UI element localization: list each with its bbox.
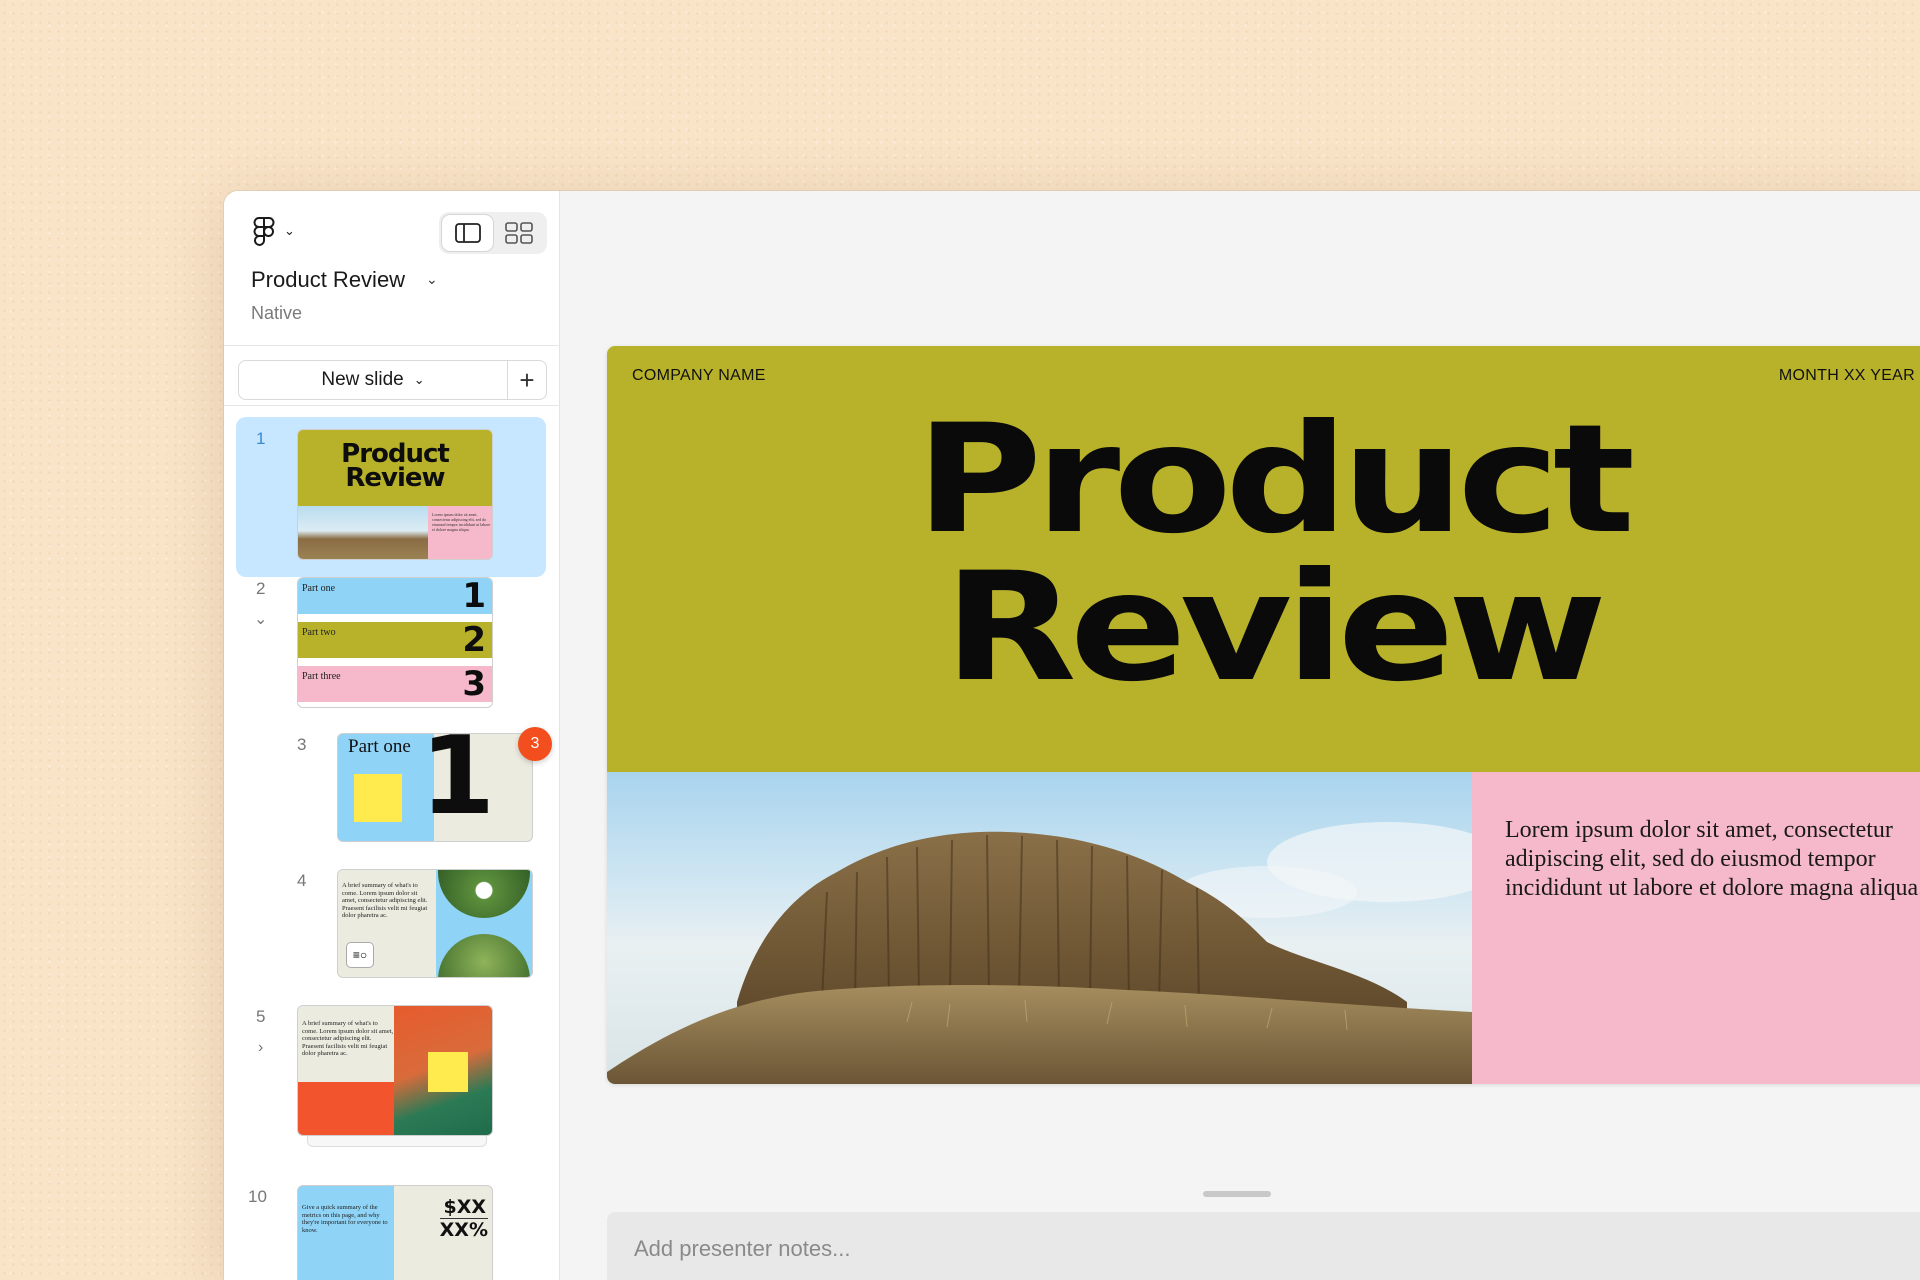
sidebar: ⌄ Product Review ⌄ Native New slide ⌄ + … xyxy=(224,191,560,1280)
slide-list: 1 Product Review Lorem ipsum dolor sit a… xyxy=(224,407,560,1280)
thumb-summary: A brief summary of what's to come. Lorem… xyxy=(302,1020,394,1057)
part-number: 3 xyxy=(462,664,486,704)
body-text-block[interactable]: Lorem ipsum dolor sit amet, consectetur … xyxy=(1472,772,1920,1084)
slide-thumbnail-5[interactable]: A brief summary of what's to come. Lorem… xyxy=(297,1005,493,1136)
thumb-summary: Give a quick summary of the metrics on t… xyxy=(302,1204,388,1234)
metric-value-1: $XX xyxy=(443,1196,486,1218)
slide-number: 5 xyxy=(256,1007,266,1026)
part-band: Part three 3 xyxy=(298,666,492,702)
thumb-photo xyxy=(298,506,428,559)
flower-circle-top xyxy=(438,870,530,918)
slide-item-2[interactable]: 2 ⌄ Part one 1 Part two 2 Part three 3 xyxy=(236,577,546,708)
title-line-1: Product xyxy=(915,393,1636,567)
thumb-summary: A brief summary of what's to come. Lorem… xyxy=(342,882,428,919)
slide-number: 3 xyxy=(297,735,307,754)
date-text[interactable]: MONTH XX YEAR xyxy=(1779,367,1915,385)
sticky-note[interactable] xyxy=(354,774,402,822)
new-slide-button[interactable]: New slide ⌄ xyxy=(238,360,508,400)
slide-number: 1 xyxy=(256,429,266,448)
title-block[interactable]: COMPANY NAME MONTH XX YEAR Product Revie… xyxy=(607,346,1920,772)
thumb-part-label: Part one xyxy=(348,736,411,757)
menu-chevron-down-icon[interactable]: ⌄ xyxy=(284,223,295,239)
thumb-orange-block xyxy=(298,1082,394,1135)
part-band: Part one 1 xyxy=(298,578,492,614)
part-label: Part three xyxy=(302,671,341,682)
slide-thumbnail-1[interactable]: Product Review Lorem ipsum dolor sit ame… xyxy=(297,429,493,560)
slide-thumbnail-3[interactable]: Part one 1 xyxy=(337,733,533,842)
thumb-lorem: Lorem ipsum dolor sit amet, consectetur … xyxy=(432,512,491,532)
notes-resize-handle[interactable] xyxy=(1203,1191,1271,1197)
document-title[interactable]: Product Review xyxy=(251,267,405,293)
collapse-chevron-down-icon[interactable]: ⌄ xyxy=(254,609,267,629)
single-view-icon xyxy=(454,223,481,243)
title-chevron-down-icon[interactable]: ⌄ xyxy=(426,271,438,288)
body-text[interactable]: Lorem ipsum dolor sit amet, consectetur … xyxy=(1505,816,1920,903)
part-band: Part two 2 xyxy=(298,622,492,658)
company-name[interactable]: COMPANY NAME xyxy=(632,367,766,385)
comment-count-badge[interactable]: 3 xyxy=(518,727,552,761)
title-line-2: Review xyxy=(943,541,1607,715)
sidebar-header: ⌄ Product Review ⌄ Native xyxy=(224,191,560,346)
slide-number: 4 xyxy=(297,871,307,890)
part-number: 1 xyxy=(462,577,486,616)
slide-item-4[interactable]: 4 A brief summary of what's to come. Lor… xyxy=(236,869,546,981)
view-mode-toggle xyxy=(439,212,547,254)
toc-icon[interactable]: ≡○ xyxy=(346,942,374,968)
document-subtitle: Native xyxy=(251,303,303,323)
slide-thumbnail-2[interactable]: Part one 1 Part two 2 Part three 3 xyxy=(297,577,493,708)
slide-thumbnail-4[interactable]: A brief summary of what's to come. Lorem… xyxy=(337,869,533,978)
expand-chevron-right-icon[interactable]: › xyxy=(258,1039,263,1057)
slide-number: 2 xyxy=(256,579,266,598)
new-slide-chevron-icon: ⌄ xyxy=(413,372,425,387)
single-view-button[interactable] xyxy=(442,215,493,251)
slide-item-3[interactable]: 3 Part one 1 3 xyxy=(236,727,552,845)
slide-canvas[interactable]: COMPANY NAME MONTH XX YEAR Product Revie… xyxy=(561,191,1920,1280)
slide-title[interactable]: Product Review xyxy=(607,393,1920,715)
plus-icon: + xyxy=(519,364,535,395)
thumb-big-number: 1 xyxy=(420,733,496,839)
app-window: ⌄ Product Review ⌄ Native New slide ⌄ + … xyxy=(224,191,1920,1280)
rock-illustration xyxy=(607,822,1472,1084)
rock-photo[interactable] xyxy=(607,772,1472,1084)
thumb-text-block: Lorem ipsum dolor sit amet, consectetur … xyxy=(428,506,492,559)
figma-logo-icon[interactable] xyxy=(252,217,276,247)
presenter-notes[interactable]: Add presenter notes... xyxy=(607,1212,1920,1280)
slide-item-5[interactable]: 5 › A brief summary of what's to come. L… xyxy=(236,1005,546,1155)
new-slide-label: New slide xyxy=(321,369,404,390)
flower-circle-bottom xyxy=(438,934,530,977)
slide-item-1[interactable]: 1 Product Review Lorem ipsum dolor sit a… xyxy=(236,417,546,577)
grid-view-icon xyxy=(504,222,533,244)
slide-number: 10 xyxy=(248,1187,267,1206)
slide-item-10[interactable]: 10 Give a quick summary of the metrics o… xyxy=(236,1185,546,1280)
add-slide-button[interactable]: + xyxy=(507,360,547,400)
part-label: Part two xyxy=(302,627,336,638)
current-slide[interactable]: COMPANY NAME MONTH XX YEAR Product Revie… xyxy=(607,346,1920,1084)
thumb-flower-panel xyxy=(436,870,532,977)
part-number: 2 xyxy=(462,620,486,660)
sticky-note[interactable] xyxy=(428,1052,468,1092)
part-label: Part one xyxy=(302,583,336,594)
metric-value-2: XX% xyxy=(439,1218,488,1241)
new-slide-bar: New slide ⌄ + xyxy=(224,346,560,406)
grid-view-button[interactable] xyxy=(493,215,544,251)
thumb-title-block: Product Review xyxy=(298,430,492,506)
thumb-title: Product Review xyxy=(341,439,450,493)
slide-thumbnail-10[interactable]: Give a quick summary of the metrics on t… xyxy=(297,1185,493,1280)
notes-placeholder[interactable]: Add presenter notes... xyxy=(634,1236,850,1262)
